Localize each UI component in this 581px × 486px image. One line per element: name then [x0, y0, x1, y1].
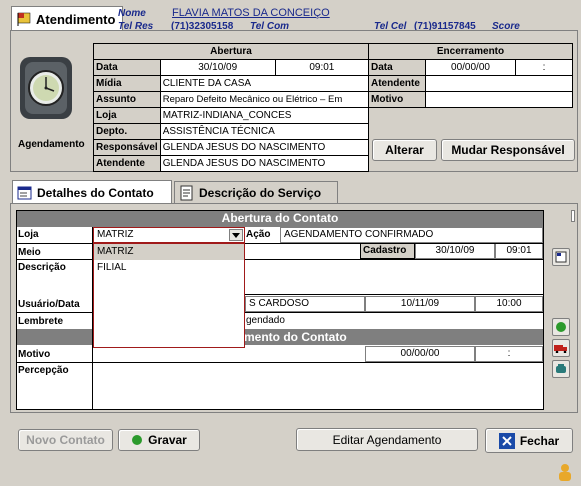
- contato-usuario-time: 10:00: [475, 296, 543, 312]
- contato-cadastro-label: Cadastro: [360, 243, 415, 259]
- editar-agendamento-button[interactable]: Editar Agendamento: [296, 428, 478, 451]
- abertura-atendente-label: Atendente: [93, 155, 161, 172]
- notes-side-button[interactable]: [552, 248, 570, 266]
- notes-icon: [555, 251, 567, 263]
- abertura-atendente-value: GLENDA JESUS DO NASCIMENTO: [159, 155, 370, 172]
- grid-line: [17, 362, 543, 363]
- contato-lembrete-label: Lembrete: [18, 316, 64, 327]
- contato-motivo-time: :: [475, 346, 543, 362]
- contato-percepcao-label: Percepção: [18, 365, 69, 376]
- loja-select[interactable]: MATRIZ: [93, 227, 245, 243]
- gravar-label: Gravar: [148, 433, 187, 447]
- abertura-contato-title: Abertura do Contato: [17, 211, 543, 227]
- fechar-button[interactable]: Fechar: [485, 428, 573, 453]
- contato-meio-label: Meio: [18, 247, 41, 258]
- abertura-depto-value: ASSISTÊNCIA TÉCNICA: [159, 123, 370, 140]
- refresh-side-button[interactable]: [552, 318, 570, 336]
- contato-cadastro-time: 09:01: [495, 243, 543, 259]
- tab-descricao-servico[interactable]: Descrição do Serviço: [174, 181, 338, 204]
- service-description-icon: [179, 185, 195, 201]
- tab-atendimento-label: Atendimento: [36, 11, 116, 27]
- abertura-table: Abertura Data 30/10/09 09:01 Mídia CLIENT…: [93, 43, 370, 172]
- encerramento-time-value: :: [515, 59, 573, 76]
- agendamento-caption: Agendamento: [18, 139, 85, 150]
- phone-side-button[interactable]: [552, 360, 570, 378]
- gravar-button[interactable]: Gravar: [118, 429, 200, 451]
- encerramento-atendente-label: Atendente: [368, 75, 426, 92]
- tab-detalhes-contato[interactable]: Detalhes do Contato: [12, 180, 172, 204]
- abertura-assunto-label: Assunto: [93, 91, 161, 108]
- abertura-loja-value: MATRIZ-INDIANA_CONCES: [159, 107, 370, 124]
- abertura-loja-label: Loja: [93, 107, 161, 124]
- agendamento-watch-icon: [16, 55, 76, 121]
- tab-detalhes-label: Detalhes do Contato: [37, 185, 154, 200]
- abertura-depto-label: Depto.: [93, 123, 161, 140]
- tab-descricao-label: Descrição do Serviço: [199, 186, 322, 200]
- phone-icon: [555, 363, 567, 375]
- user-icon[interactable]: [556, 462, 574, 482]
- contato-usuario-date: 10/11/09: [365, 296, 475, 312]
- loja-select-value: MATRIZ: [97, 229, 134, 240]
- contact-details-icon: [17, 185, 33, 201]
- contato-motivo-label: Motivo: [18, 349, 51, 360]
- loja-option-matriz[interactable]: MATRIZ: [94, 244, 244, 260]
- contato-acao-value: AGENDAMENTO CONFIRMADO: [280, 227, 543, 243]
- novo-contato-button[interactable]: Novo Contato: [18, 429, 113, 451]
- alterar-label: Alterar: [385, 143, 424, 157]
- abertura-midia-value: CLIENTE DA CASA: [159, 75, 370, 92]
- loja-dropdown-list: MATRIZ FILIAL: [93, 243, 245, 348]
- client-name-link[interactable]: FLAVIA MATOS DA CONCEIÇO: [172, 7, 330, 19]
- contato-motivo-date: 00/00/00: [365, 346, 475, 362]
- novo-contato-label: Novo Contato: [26, 433, 105, 447]
- abertura-responsavel-value: GLENDA JESUS DO NASCIMENTO: [159, 139, 370, 156]
- green-circle-icon: [131, 434, 143, 446]
- contato-percepcao-field[interactable]: [93, 362, 543, 408]
- abertura-midia-label: Mídia: [93, 75, 161, 92]
- tab-atendimento[interactable]: Atendimento: [11, 6, 123, 31]
- abertura-data-value: 30/10/09: [159, 59, 276, 76]
- contato-cadastro-date: 30/10/09: [415, 243, 495, 259]
- encerramento-motivo-value: [425, 91, 573, 108]
- editar-agendamento-label: Editar Agendamento: [332, 432, 442, 447]
- contato-lembrete-value: gendado: [246, 315, 285, 326]
- abertura-assunto-value: Reparo Defeito Mecânico ou Elétrico – Em: [159, 91, 370, 108]
- encerramento-title: Encerramento: [368, 43, 573, 60]
- encerramento-data-label: Data: [368, 59, 426, 76]
- alterar-button[interactable]: Alterar: [372, 139, 437, 161]
- mudar-responsavel-button[interactable]: Mudar Responsável: [441, 139, 575, 161]
- encerramento-table: Encerramento Data 00/00/00 : Atendente M…: [368, 43, 573, 108]
- encerramento-data-value: 00/00/00: [425, 59, 516, 76]
- flag-icon: [16, 11, 32, 27]
- abertura-responsavel-label: Responsável: [93, 139, 161, 156]
- nome-label: Nome: [118, 8, 146, 19]
- encerramento-atendente-value: [425, 75, 573, 92]
- contato-usuario-value: S CARDOSO: [245, 296, 365, 312]
- contato-usuario-label: Usuário/Data: [18, 299, 80, 310]
- encerramento-contato-title: mento do Contato: [244, 330, 347, 344]
- red-truck-icon: [554, 343, 568, 353]
- chevron-down-icon[interactable]: [229, 229, 243, 241]
- green-refresh-icon: [555, 321, 567, 333]
- loja-option-filial[interactable]: FILIAL: [94, 260, 244, 276]
- abertura-title: Abertura: [93, 43, 369, 60]
- vehicle-side-button[interactable]: [552, 339, 570, 357]
- abertura-data-label: Data: [93, 59, 161, 76]
- fechar-label: Fechar: [519, 433, 560, 448]
- contato-acao-label: Ação: [246, 229, 271, 240]
- contato-descricao-label: Descrição: [18, 262, 66, 273]
- scrollbar-thumb[interactable]: [571, 210, 575, 222]
- encerramento-motivo-label: Motivo: [368, 91, 426, 108]
- contato-loja-label: Loja: [18, 229, 39, 240]
- close-icon: [498, 432, 515, 449]
- abertura-time-value: 09:01: [274, 59, 370, 76]
- mudar-responsavel-label: Mudar Responsável: [451, 143, 565, 157]
